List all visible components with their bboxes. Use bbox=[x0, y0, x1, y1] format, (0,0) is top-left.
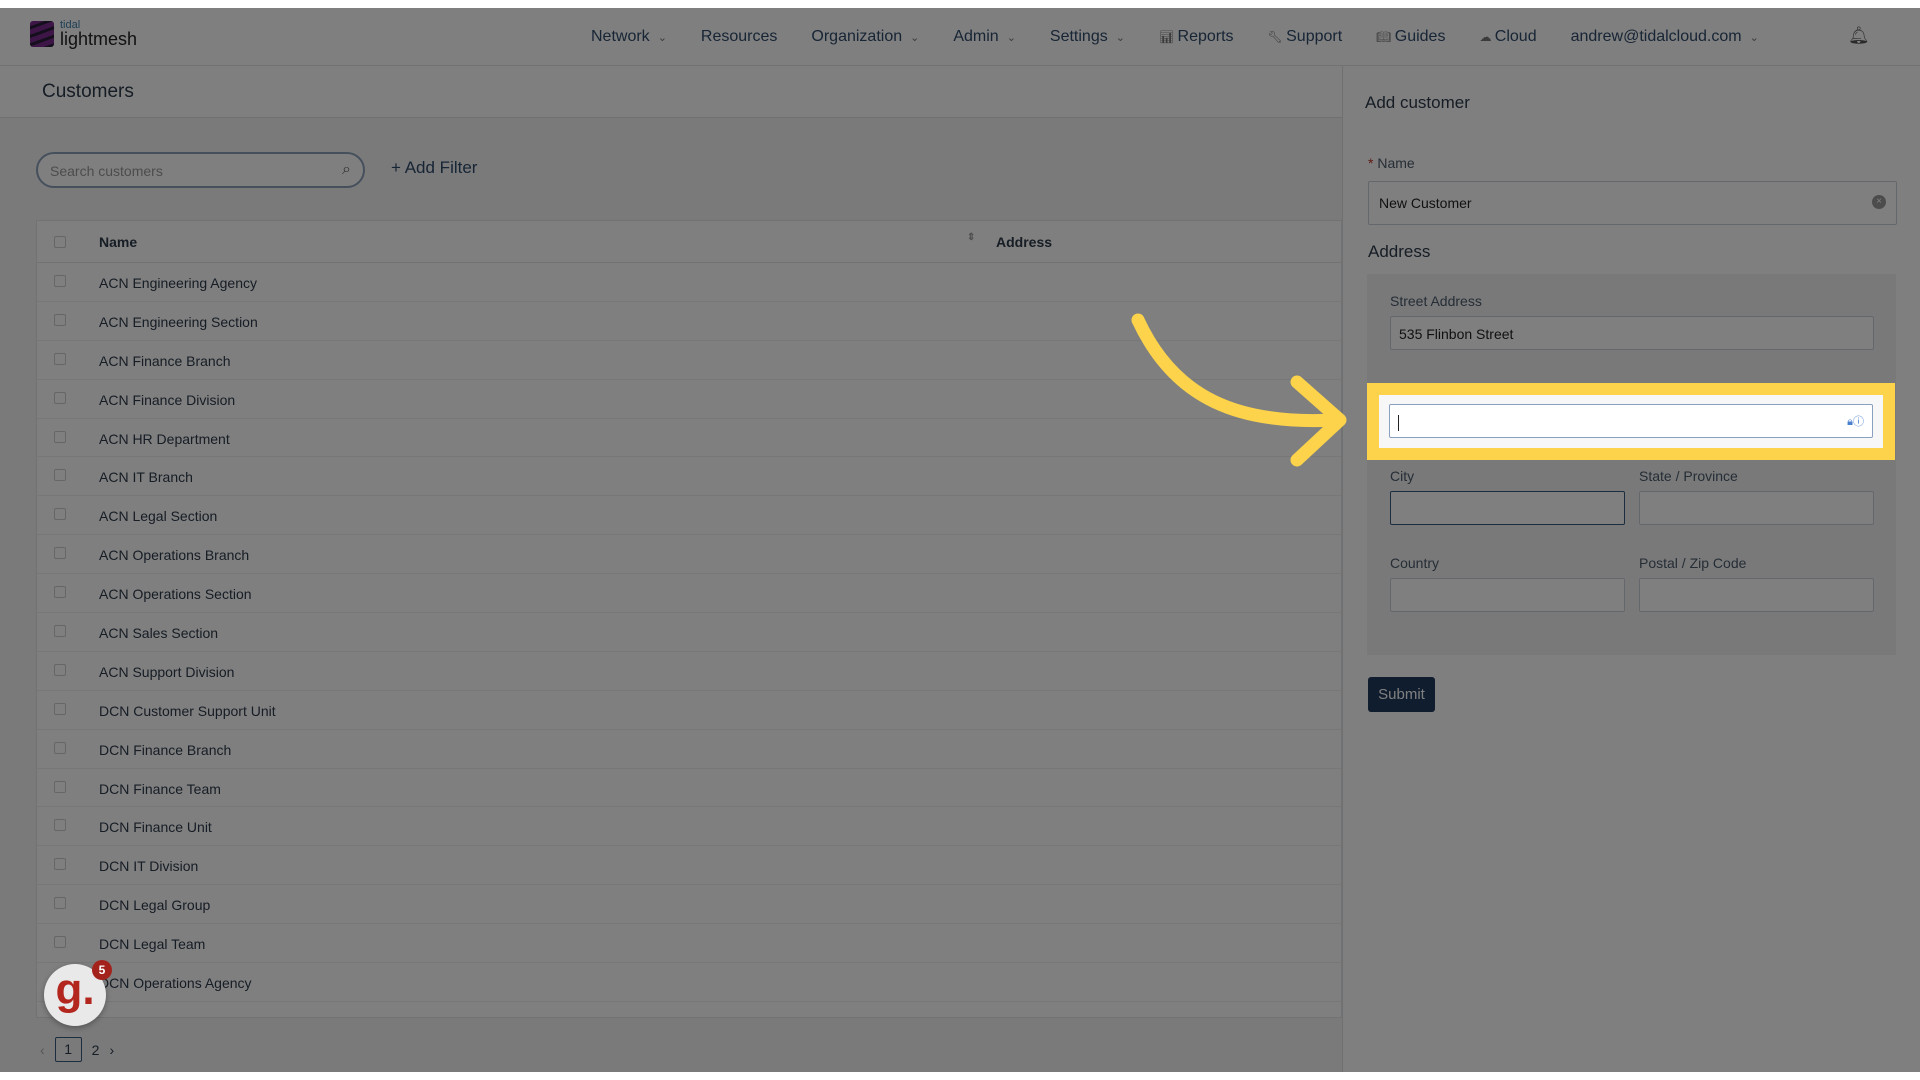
bottom-bar bbox=[0, 1072, 1920, 1080]
top-bar bbox=[0, 0, 1920, 8]
widget-logo: g. bbox=[55, 965, 95, 1014]
assistant-widget[interactable]: g. 5 bbox=[44, 960, 112, 1026]
notification-count-badge: 5 bbox=[92, 960, 112, 980]
arrow-icon bbox=[1131, 313, 1347, 467]
